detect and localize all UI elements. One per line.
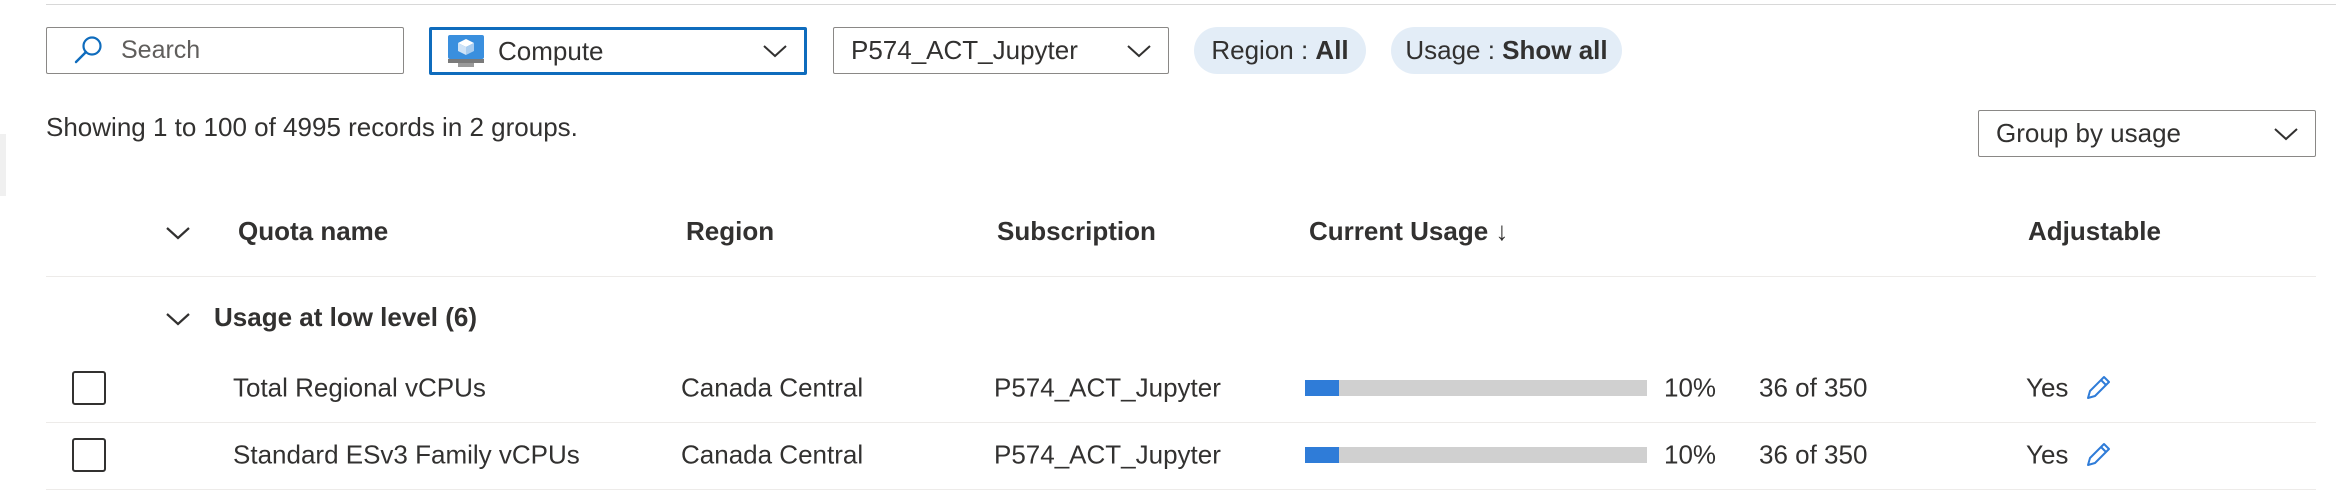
quota-name-cell: Standard ESv3 Family vCPUs	[233, 439, 580, 470]
usage-progress-fill	[1305, 447, 1340, 463]
top-divider	[46, 4, 2336, 5]
subscription-dropdown-value: P574_ACT_Jupyter	[851, 35, 1078, 65]
subscription-cell: P574_ACT_Jupyter	[994, 439, 1221, 470]
row-checkbox[interactable]	[72, 371, 106, 405]
search-input[interactable]	[121, 36, 381, 65]
usage-count-cell: 36 of 350	[1759, 439, 1868, 470]
group-by-dropdown[interactable]: Group by usage	[1978, 110, 2316, 157]
region-cell: Canada Central	[681, 372, 864, 403]
usage-filter-value: Show all	[1502, 35, 1608, 65]
header-divider	[46, 276, 2316, 277]
pencil-icon[interactable]	[2082, 439, 2114, 471]
chevron-down-icon	[2274, 127, 2298, 140]
provider-dropdown[interactable]: Compute	[429, 27, 807, 75]
column-header-current-usage[interactable]: Current Usage ↓	[1309, 216, 1508, 247]
group-header-label: Usage at low level (6)	[214, 302, 477, 332]
quota-name-cell: Total Regional vCPUs	[233, 372, 486, 403]
group-collapse-chevron-icon[interactable]	[165, 311, 191, 327]
column-header-subscription[interactable]: Subscription	[997, 216, 1156, 247]
left-panel-edge	[0, 134, 6, 196]
usage-count-cell: 36 of 350	[1759, 372, 1868, 403]
search-icon	[74, 35, 102, 63]
collapse-all-chevron-icon[interactable]	[165, 225, 191, 241]
pencil-icon[interactable]	[2082, 372, 2114, 404]
column-header-quota-name[interactable]: Quota name	[238, 216, 388, 247]
usage-filter-pill[interactable]: Usage : Show all	[1391, 27, 1622, 74]
region-filter-key: Region :	[1211, 35, 1316, 65]
usage-progress-bar	[1305, 447, 1647, 463]
usage-percent-cell: 10%	[1664, 372, 1717, 403]
table-row[interactable]: Standard ESv3 Family vCPUs Canada Centra…	[46, 422, 2316, 488]
column-header-region[interactable]: Region	[686, 216, 774, 247]
usage-filter-key: Usage :	[1405, 35, 1503, 65]
adjustable-cell: Yes	[2026, 372, 2069, 403]
column-header-adjustable[interactable]: Adjustable	[2028, 216, 2161, 247]
usage-progress-bar	[1305, 380, 1647, 396]
provider-dropdown-value: Compute	[498, 35, 604, 66]
row-checkbox[interactable]	[72, 438, 106, 472]
subscription-dropdown[interactable]: P574_ACT_Jupyter	[833, 27, 1169, 74]
usage-percent-cell: 10%	[1664, 439, 1717, 470]
table-row[interactable]: Total Regional vCPUs Canada Central P574…	[46, 355, 2316, 421]
chevron-down-icon	[763, 45, 787, 58]
group-by-dropdown-value: Group by usage	[1996, 118, 2182, 148]
chevron-down-icon	[1127, 44, 1151, 57]
region-filter-value: All	[1315, 35, 1349, 65]
region-filter-pill[interactable]: Region : All	[1194, 27, 1366, 74]
compute-cube-icon	[448, 35, 484, 67]
adjustable-cell: Yes	[2026, 439, 2069, 470]
search-box[interactable]	[46, 27, 404, 74]
region-cell: Canada Central	[681, 439, 864, 470]
row-divider	[46, 489, 2316, 490]
usage-progress-fill	[1305, 380, 1340, 396]
subscription-cell: P574_ACT_Jupyter	[994, 372, 1221, 403]
records-summary: Showing 1 to 100 of 4995 records in 2 gr…	[46, 112, 578, 142]
